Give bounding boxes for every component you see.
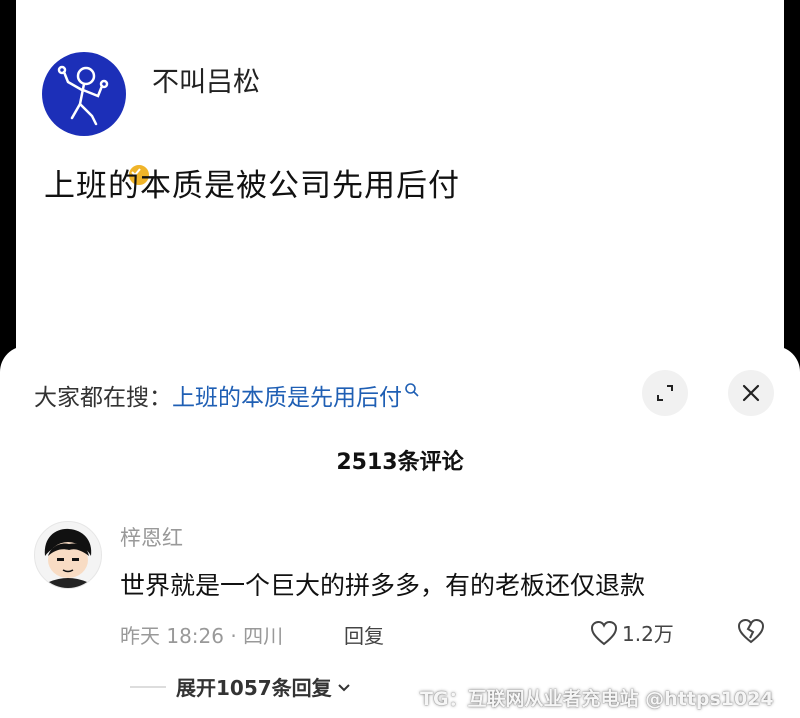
expand-icon	[657, 385, 673, 401]
expand-button[interactable]	[642, 370, 688, 416]
commenter-name[interactable]: 梓恩红	[120, 522, 183, 552]
comments-sheet: 大家都在搜：上班的本质是先用后付 2513条评论 梓恩红 世界就是一个巨大的拼多…	[0, 346, 800, 718]
close-icon	[742, 384, 760, 402]
comment-meta: 昨天 18:26 · 四川	[120, 624, 284, 648]
comment-item: 梓恩红 世界就是一个巨大的拼多多，有的老板还仅退款 昨天 18:26 · 四川 …	[0, 516, 800, 656]
heart-icon	[590, 620, 618, 645]
like-count: 1.2万	[622, 622, 674, 646]
search-suggestion[interactable]: 大家都在搜：上班的本质是先用后付	[34, 378, 420, 412]
cartoon-boy-icon	[44, 528, 92, 588]
expand-replies-row[interactable]: 展开1057条回复	[130, 672, 352, 701]
close-button[interactable]	[728, 370, 774, 416]
reply-button[interactable]: 回复	[344, 620, 384, 649]
post-card: 不叫吕松 上班的本质是被公司先用后付	[16, 0, 784, 380]
search-query-link[interactable]: 上班的本质是先用后付	[172, 385, 402, 411]
like-button[interactable]: 1.2万	[590, 618, 674, 647]
search-icon	[404, 378, 420, 404]
broken-heart-icon	[737, 618, 765, 644]
divider	[130, 685, 166, 688]
post-author-name[interactable]: 不叫吕松	[152, 60, 260, 99]
comment-text: 世界就是一个巨大的拼多多，有的老板还仅退款	[120, 571, 646, 600]
stick-figure-icon	[57, 65, 109, 126]
comments-count: 2513条评论	[336, 450, 464, 475]
author-avatar[interactable]	[42, 52, 152, 188]
expand-replies-label: 展开1057条回复	[176, 676, 332, 700]
search-prefix: 大家都在搜：	[34, 385, 172, 411]
chevron-down-icon	[337, 683, 350, 691]
watermark: TG：互联网从业者充电站 @https1024	[420, 688, 774, 710]
commenter-avatar[interactable]	[34, 521, 102, 589]
post-text: 上班的本质是被公司先用后付	[44, 168, 460, 204]
dislike-button[interactable]	[736, 618, 766, 648]
